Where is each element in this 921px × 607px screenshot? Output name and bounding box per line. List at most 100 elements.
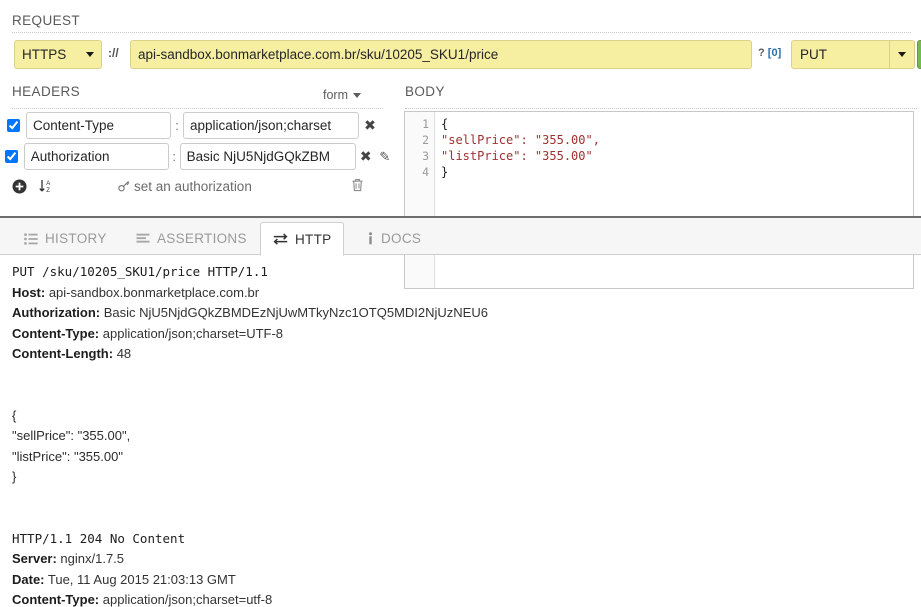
- transcript-header-key: Content-Length:: [12, 346, 114, 361]
- body-code-line: }: [441, 165, 449, 179]
- body-divider: [405, 108, 917, 109]
- transcript-header-value: application/json;charset=utf-8: [99, 592, 273, 607]
- list-icon: [24, 232, 38, 245]
- sort-headers-icon[interactable]: A Z: [36, 178, 56, 194]
- http-method-select[interactable]: PUT: [791, 40, 889, 69]
- body-line-number: 4: [422, 165, 429, 179]
- help-question-mark: ?: [758, 47, 765, 59]
- transcript-header-key: Content-Type:: [12, 592, 100, 607]
- response-tab-bar: HISTORY ASSERTIONS HTTP DOCS: [0, 218, 921, 256]
- remove-header-icon[interactable]: ✖: [356, 148, 376, 165]
- transcript-body-line: "listPrice": "355.00": [12, 448, 123, 464]
- transcript-header-line: Content-Type: application/json;charset=U…: [12, 324, 909, 345]
- transcript-blank-line: [12, 385, 909, 406]
- request-section-title: REQUEST: [12, 13, 81, 28]
- delete-all-headers-icon[interactable]: [351, 178, 364, 195]
- http-transcript[interactable]: PUT /sku/10205_SKU1/price HTTP/1.1 Host:…: [0, 256, 921, 607]
- body-line-number: 3: [422, 149, 429, 163]
- body-section-title: BODY: [405, 84, 445, 99]
- transcript-header-value: api-sandbox.bonmarketplace.com.br: [45, 284, 260, 300]
- header-enabled-checkbox[interactable]: [0, 150, 24, 163]
- body-code-line: "sellPrice": "355.00",: [441, 133, 600, 147]
- header-name-input[interactable]: [23, 143, 169, 170]
- transcript-header-value: Tue, 11 Aug 2015 21:03:13 GMT: [44, 571, 236, 587]
- transcript-header-line: Host: api-sandbox.bonmarketplace.com.br: [12, 283, 909, 304]
- body-code-line: "listPrice": "355.00": [441, 149, 593, 163]
- chevron-down-icon: [353, 92, 361, 98]
- http-method-dropdown-button[interactable]: [889, 40, 915, 69]
- transcript-body-line: {: [12, 407, 17, 423]
- tab-history-label: HISTORY: [45, 231, 107, 246]
- body-line-number: 2: [422, 133, 429, 147]
- body-code-line: {: [441, 117, 449, 131]
- tab-http-label: HTTP: [295, 231, 332, 247]
- header-enabled-checkbox-input[interactable]: [6, 119, 20, 132]
- header-enabled-checkbox-input[interactable]: [5, 150, 19, 163]
- tab-assertions[interactable]: ASSERTIONS: [124, 222, 259, 255]
- headers-mode-dropdown[interactable]: form: [323, 88, 361, 102]
- tab-docs-label: DOCS: [381, 231, 422, 246]
- chevron-down-icon: [86, 52, 94, 57]
- scheme-select[interactable]: HTTPS: [14, 40, 102, 69]
- set-authorization-link[interactable]: set an authorization: [118, 179, 252, 194]
- transcript-header-value: nginx/1.7.5: [56, 551, 125, 566]
- transcript-header-line: Authorization: Basic NjU5NjdGQkZBMDEzNjU…: [12, 303, 909, 324]
- header-colon: :: [172, 149, 176, 164]
- headers-section-title: HEADERS: [12, 84, 81, 99]
- transcript-blank-line: [12, 365, 909, 386]
- transcript-body-line: "sellPrice": "355.00",: [12, 428, 131, 443]
- edit-header-icon[interactable]: ✎: [376, 149, 394, 165]
- transcript-header-line: Content-Length: 48: [12, 344, 909, 365]
- exchange-icon: [273, 233, 288, 245]
- help-variable-count: [0]: [767, 47, 782, 59]
- transcript-header-key: Content-Type:: [12, 325, 100, 341]
- transcript-header-value: application/json;charset=UTF-8: [99, 325, 284, 341]
- scheme-select-value: HTTPS: [22, 47, 67, 62]
- http-method-value: PUT: [800, 47, 827, 62]
- transcript-status-line: HTTP/1.1 204 No Content: [12, 530, 186, 546]
- header-enabled-checkbox[interactable]: [0, 119, 26, 132]
- send-request-button[interactable]: [917, 40, 921, 69]
- remove-header-icon[interactable]: ✖: [359, 117, 381, 134]
- header-row: : ✖: [0, 111, 394, 140]
- info-icon: [367, 232, 374, 245]
- header-value-input[interactable]: [179, 143, 356, 170]
- transcript-header-value: 48: [113, 346, 132, 361]
- transcript-body-line: }: [12, 469, 17, 484]
- transcript-blank-line: [12, 508, 909, 529]
- scheme-separator: ://: [108, 46, 119, 60]
- url-input[interactable]: [130, 40, 752, 69]
- transcript-header-line: Date: Tue, 11 Aug 2015 21:03:13 GMT: [12, 570, 909, 591]
- headers-mode-label: form: [323, 88, 348, 102]
- transcript-header-line: Content-Type: application/json;charset=u…: [12, 590, 909, 607]
- bars-icon: [136, 233, 150, 245]
- transcript-header-key: Host:: [12, 284, 46, 300]
- headers-divider: [12, 108, 383, 109]
- set-authorization-label: set an authorization: [134, 178, 252, 194]
- headers-actions-row: A Z set an authorization: [0, 173, 394, 199]
- transcript-request-line: PUT /sku/10205_SKU1/price HTTP/1.1: [12, 264, 268, 279]
- request-divider: [12, 32, 911, 33]
- chevron-down-icon: [898, 52, 906, 57]
- tab-history[interactable]: HISTORY: [12, 222, 119, 255]
- header-name-input[interactable]: [26, 112, 171, 139]
- transcript-header-value: Basic NjU5NjdGQkZBMDEzNjUwMTkyNzc1OTQ5MD…: [100, 305, 488, 320]
- transcript-header-key: Date:: [12, 571, 45, 587]
- url-help-indicator[interactable]: ? [0]: [758, 47, 781, 59]
- add-header-icon[interactable]: [10, 177, 28, 195]
- transcript-blank-line: [12, 488, 909, 509]
- key-icon: [118, 180, 130, 192]
- transcript-header-key: Authorization:: [12, 305, 101, 320]
- transcript-header-line: Server: nginx/1.7.5: [12, 549, 909, 570]
- header-row: : ✖ ✎: [0, 142, 394, 171]
- header-value-input[interactable]: [183, 112, 359, 139]
- url-row: HTTPS :// ? [0] PUT: [0, 38, 921, 70]
- transcript-header-key: Server:: [12, 551, 57, 566]
- svg-text:A: A: [46, 181, 50, 187]
- tab-assertions-label: ASSERTIONS: [157, 231, 247, 246]
- tab-http[interactable]: HTTP: [260, 222, 345, 256]
- header-colon: :: [175, 118, 179, 133]
- body-line-number: 1: [422, 117, 429, 131]
- svg-text:Z: Z: [46, 188, 50, 194]
- tab-docs[interactable]: DOCS: [355, 222, 433, 255]
